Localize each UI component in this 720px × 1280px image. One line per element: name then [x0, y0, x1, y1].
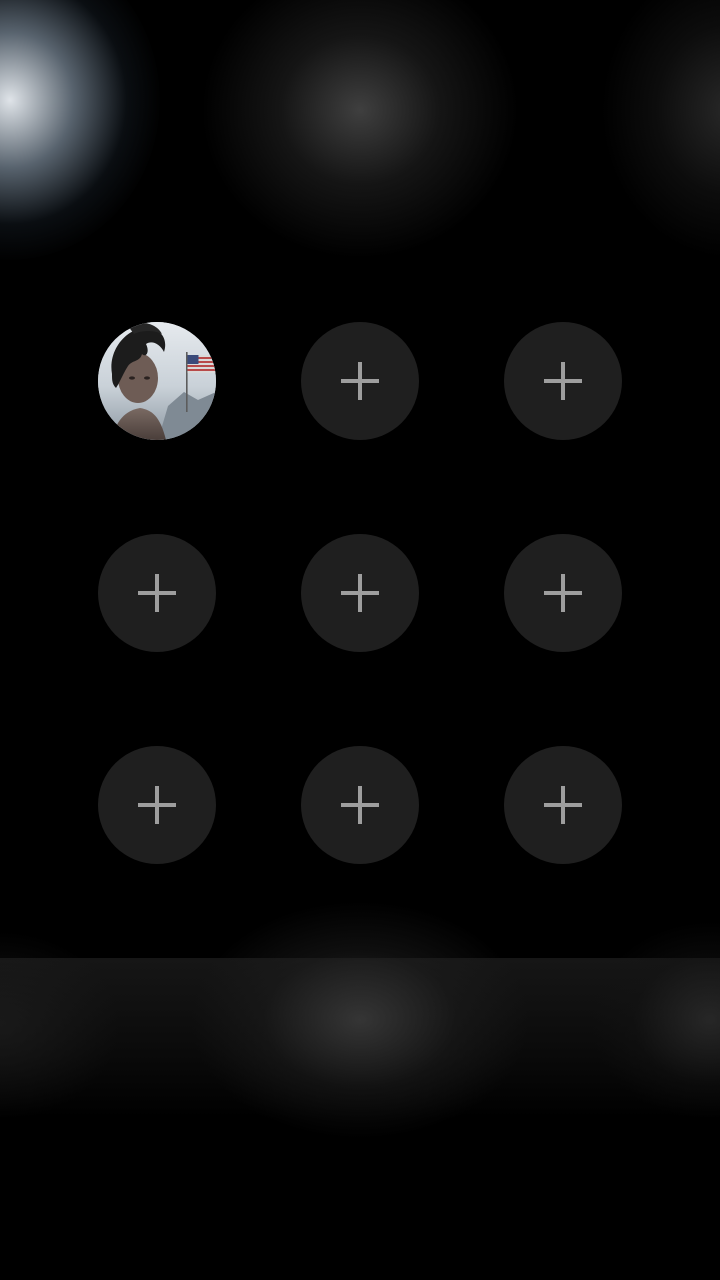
plus-icon [544, 362, 582, 400]
plus-icon [341, 574, 379, 612]
avatar [98, 322, 216, 440]
plus-icon [544, 786, 582, 824]
background-blur-top-right [600, 0, 720, 260]
slot-grid [98, 322, 622, 864]
add-slot-button[interactable] [504, 322, 622, 440]
add-slot-button[interactable] [504, 534, 622, 652]
plus-icon [341, 362, 379, 400]
add-slot-button[interactable] [98, 534, 216, 652]
plus-icon [138, 574, 176, 612]
bottom-panel [0, 958, 720, 1118]
plus-icon [138, 786, 176, 824]
add-slot-button[interactable] [301, 322, 419, 440]
add-slot-button[interactable] [301, 534, 419, 652]
avatar-slot[interactable] [98, 322, 216, 440]
plus-icon [341, 786, 379, 824]
add-slot-button[interactable] [301, 746, 419, 864]
screen [0, 0, 720, 1280]
plus-icon [544, 574, 582, 612]
add-slot-button[interactable] [98, 746, 216, 864]
add-slot-button[interactable] [504, 746, 622, 864]
background-blur-top-center [200, 0, 520, 260]
background-blur-top-left [0, 0, 160, 260]
